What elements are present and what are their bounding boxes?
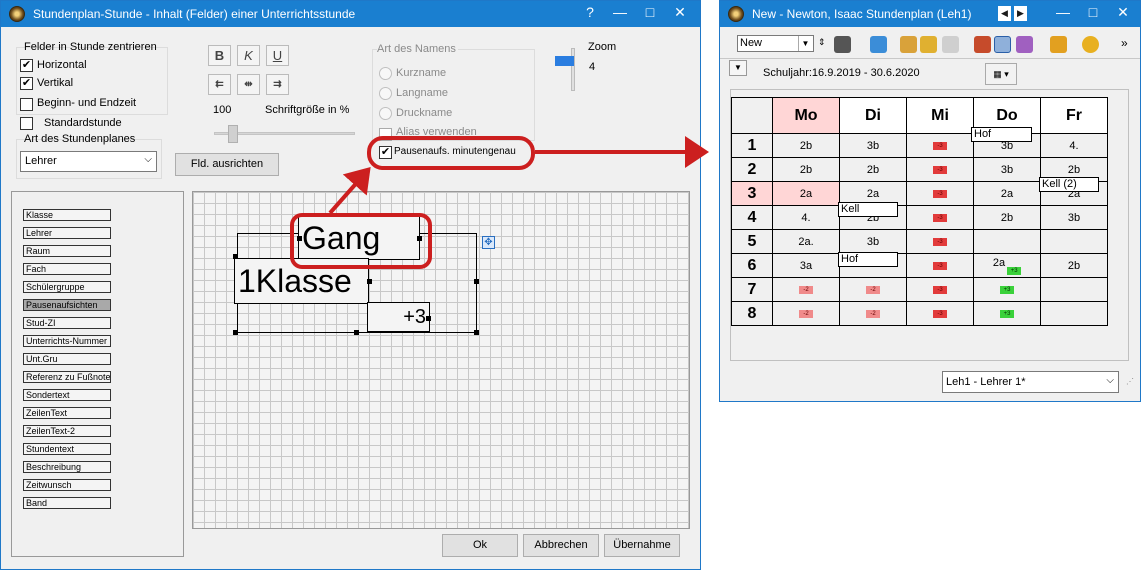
- callout-arrows: [328, 136, 709, 215]
- arrow-line: [328, 167, 371, 215]
